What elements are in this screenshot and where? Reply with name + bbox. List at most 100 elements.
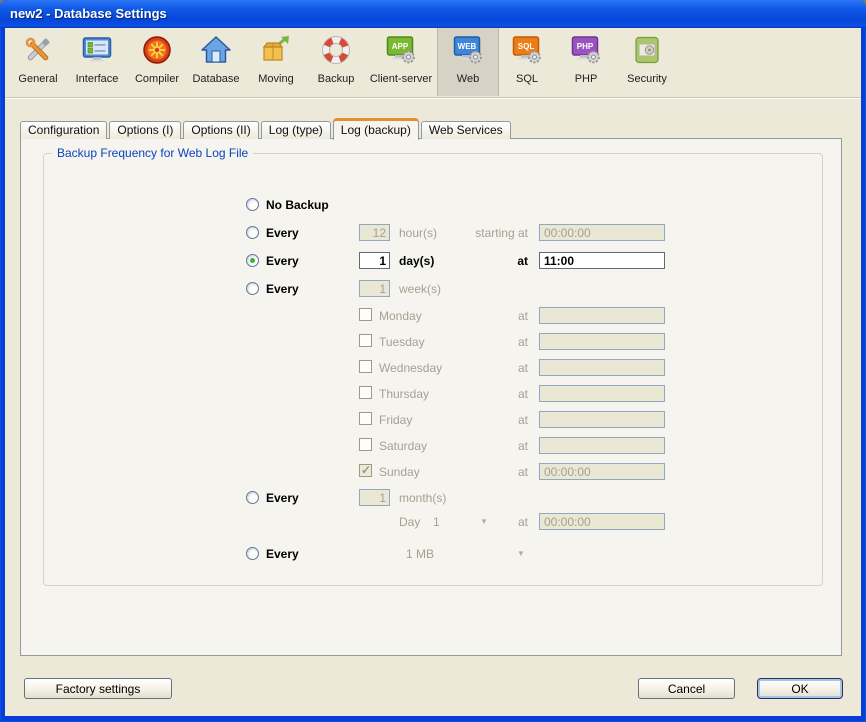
toolbar-label: Moving [258, 73, 293, 85]
monitor-options-icon [81, 34, 113, 71]
row-month-day: Day 1 ▼ at [21, 512, 841, 532]
monthly-unit-label: month(s) [399, 491, 446, 505]
svg-text:PHP: PHP [577, 42, 594, 51]
friday-checkbox [359, 412, 372, 425]
row-saturday: Saturday at [21, 436, 841, 456]
weekly-radio[interactable] [246, 282, 259, 295]
toolbar-item-client-server[interactable]: APP Client-server [363, 28, 439, 96]
monday-checkbox [359, 308, 372, 321]
toolbar-label: Client-server [370, 73, 432, 85]
cancel-button[interactable]: Cancel [638, 678, 735, 699]
wednesday-at-label: at [408, 361, 528, 375]
row-no-backup: No Backup [21, 195, 841, 215]
row-by-size: Every 1 MB ▼ [21, 544, 841, 564]
row-sunday: Sunday at [21, 462, 841, 482]
svg-text:APP: APP [392, 42, 409, 51]
hourly-count-input [359, 224, 390, 241]
monitor-php-gear-icon: PHP [570, 34, 602, 71]
toolbar-label: Interface [76, 73, 119, 85]
row-monday: Monday at [21, 306, 841, 326]
sunday-at-label: at [408, 465, 528, 479]
size-label[interactable]: Every [266, 547, 299, 561]
tab-options-1[interactable]: Options (I) [109, 121, 181, 139]
hourly-radio[interactable] [246, 226, 259, 239]
toolbar-item-security[interactable]: Security [618, 28, 676, 96]
monthly-radio[interactable] [246, 491, 259, 504]
tab-configuration[interactable]: Configuration [20, 121, 107, 139]
toolbar-label: Security [627, 73, 667, 85]
toolbar-label: Backup [318, 73, 355, 85]
toolbar-item-database[interactable]: Database [186, 28, 246, 96]
tab-web-services[interactable]: Web Services [421, 121, 511, 139]
hourly-start-time-input [539, 224, 665, 241]
wheel-icon [141, 34, 173, 71]
toolbar-label: Web [457, 73, 479, 85]
daily-radio[interactable] [246, 254, 259, 267]
thursday-at-label: at [408, 387, 528, 401]
daily-count-input[interactable] [359, 252, 390, 269]
toolbar-item-sql[interactable]: SQL SQL [502, 28, 552, 96]
weekly-label[interactable]: Every [266, 282, 299, 296]
lifebuoy-icon [320, 34, 352, 71]
daily-time-input[interactable] [539, 252, 665, 269]
row-tuesday: Tuesday at [21, 332, 841, 352]
toolbar-item-general[interactable]: General [14, 28, 62, 96]
saturday-at-label: at [408, 439, 528, 453]
radio-selected-dot [250, 258, 255, 263]
toolbar-label: Database [192, 73, 239, 85]
saturday-checkbox [359, 438, 372, 451]
row-hourly: Every hour(s) starting at [21, 223, 841, 243]
groupbox-legend: Backup Frequency for Web Log File [52, 146, 253, 160]
box-arrow-icon [260, 34, 292, 71]
category-toolbar: General Interface [5, 28, 861, 97]
hourly-label[interactable]: Every [266, 226, 299, 240]
chevron-down-icon: ▼ [517, 549, 525, 558]
weekly-unit-label: week(s) [399, 282, 441, 296]
tuesday-checkbox [359, 334, 372, 347]
no-backup-label[interactable]: No Backup [266, 198, 329, 212]
hourly-starting-at-label: starting at [408, 226, 528, 240]
month-day-at-label: at [408, 515, 528, 529]
saturday-time-input [539, 437, 665, 454]
tab-options-2[interactable]: Options (II) [183, 121, 258, 139]
toolbar-item-php[interactable]: PHP PHP [562, 28, 610, 96]
sunday-checkbox [359, 464, 372, 477]
toolbar-item-interface[interactable]: Interface [68, 28, 126, 96]
ok-button[interactable]: OK [757, 678, 843, 699]
log-backup-tab-page: Backup Frequency for Web Log File No Bac… [20, 138, 842, 656]
toolbar-label: General [18, 73, 57, 85]
sunday-time-input [539, 463, 665, 480]
dialog-client-area: General Interface [5, 28, 861, 716]
tab-log-backup[interactable]: Log (backup) [333, 118, 419, 140]
row-weekly: Every week(s) [21, 279, 841, 299]
monitor-sql-gear-icon: SQL [511, 34, 543, 71]
factory-settings-button[interactable]: Factory settings [24, 678, 172, 699]
titlebar: new2 - Database Settings [0, 0, 866, 28]
size-radio[interactable] [246, 547, 259, 560]
friday-at-label: at [408, 413, 528, 427]
monthly-label[interactable]: Every [266, 491, 299, 505]
thursday-time-input [539, 385, 665, 402]
daily-label[interactable]: Every [266, 254, 299, 268]
toolbar-item-compiler[interactable]: Compiler [130, 28, 184, 96]
weekly-count-input [359, 280, 390, 297]
window-title: new2 - Database Settings [10, 6, 167, 21]
daily-at-label: at [408, 254, 528, 268]
toolbar-item-web[interactable]: WEB Web [437, 28, 499, 96]
monitor-app-gear-icon: APP [385, 34, 417, 71]
row-thursday: Thursday at [21, 384, 841, 404]
monitor-web-gear-icon: WEB [452, 34, 484, 71]
toolbar-item-backup[interactable]: Backup [312, 28, 360, 96]
tab-log-type[interactable]: Log (type) [261, 121, 331, 139]
no-backup-radio[interactable] [246, 198, 259, 211]
toolbar-item-moving[interactable]: Moving [252, 28, 300, 96]
database-settings-dialog: new2 - Database Settings General [0, 0, 866, 722]
monday-time-input [539, 307, 665, 324]
monthly-count-input [359, 489, 390, 506]
svg-text:WEB: WEB [458, 42, 477, 51]
size-value: 1 MB [406, 547, 434, 561]
toolbar-label: SQL [516, 73, 538, 85]
toolbar-divider [5, 97, 861, 99]
tuesday-time-input [539, 333, 665, 350]
wednesday-time-input [539, 359, 665, 376]
